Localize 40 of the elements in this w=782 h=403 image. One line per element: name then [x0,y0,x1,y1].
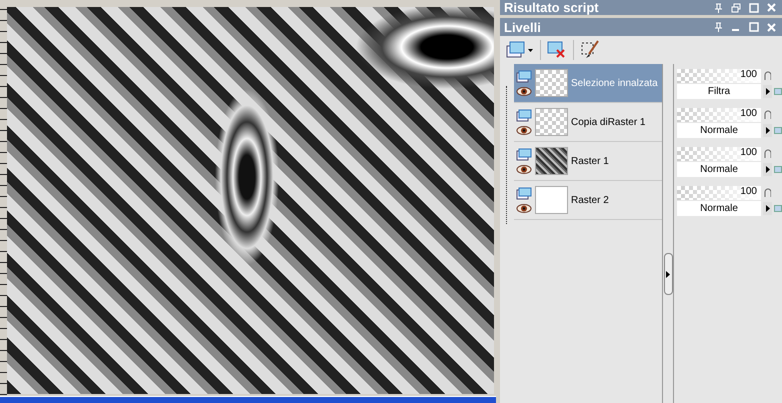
restore-icon[interactable] [731,2,741,12]
layer-name: Raster 2 [571,194,609,206]
layer-name: Selezione innalzata [571,78,658,88]
arrow-icon [666,270,670,278]
opacity-field[interactable]: 100 [677,108,761,122]
opacity-field[interactable]: 100 [677,68,761,82]
blend-mode-dropdown[interactable]: Normale [677,162,761,176]
panel-title: Risultato script [504,0,599,15]
eye-icon[interactable] [516,165,532,174]
layer-thumbnail [535,108,568,136]
layer-name: Copia diRaster 1 [571,116,646,128]
blend-mode-dropdown[interactable]: Normale [677,122,761,138]
arrow-icon[interactable] [763,202,772,214]
layer-icon [516,109,532,122]
layer-icon [516,70,532,83]
close-icon[interactable] [767,22,776,32]
panel-title: Livelli [504,20,541,34]
layer-name: Raster 1 [571,156,609,166]
opacity-field[interactable]: 100 [677,146,761,160]
arrow-icon[interactable] [763,84,772,98]
eye-icon[interactable] [516,87,532,96]
eye-icon[interactable] [516,126,532,135]
layer-icon [516,187,532,200]
close-icon[interactable] [767,3,776,12]
blend-mode-dropdown[interactable]: Filtra [677,84,761,98]
arrow-icon[interactable] [763,124,772,136]
blend-mode-dropdown[interactable]: Normale [677,200,761,216]
layer-thumbnail [535,186,568,214]
opacity-field[interactable]: 100 [677,186,761,200]
splitter-handle[interactable] [664,253,672,295]
new-layer-icon[interactable] [506,41,534,59]
pin-icon[interactable] [714,22,723,32]
delete-layer-icon[interactable] [547,41,567,59]
eye-icon[interactable] [516,204,532,213]
arrow-icon[interactable] [763,162,772,176]
pin-icon[interactable] [714,2,723,12]
selection-brush-icon[interactable] [580,40,600,60]
layer-thumbnail [535,147,568,175]
layer-thumbnail [535,69,568,97]
layer-icon [516,148,532,161]
